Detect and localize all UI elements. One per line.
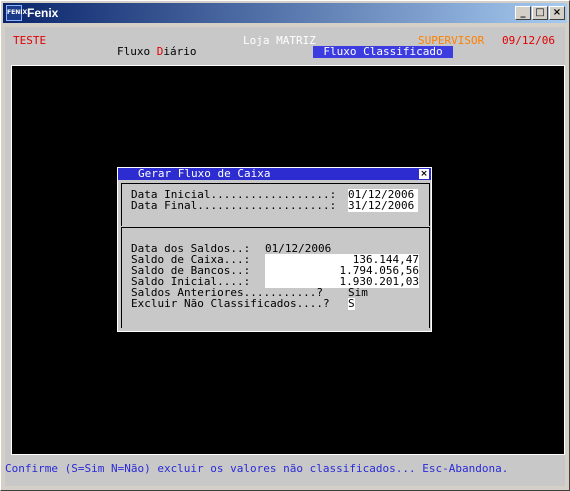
- app-window: FENIX Fenix _ □ × TESTE Loja MATRIZ SUPE…: [0, 0, 570, 491]
- data-final-label: Data Final....................:: [131, 199, 337, 212]
- status-line: Confirme (S=Sim N=Não) excluir os valore…: [5, 462, 509, 475]
- menu-fluxo-diario-suffix: iário: [163, 45, 197, 58]
- app-icon[interactable]: FENIX: [6, 5, 27, 21]
- company-name: TESTE: [13, 34, 47, 47]
- menu-fluxo-classificado[interactable]: Fluxo Classificado: [313, 46, 453, 58]
- terminal-client: TESTE Loja MATRIZ SUPERVISOR 09/12/06 Fl…: [5, 27, 565, 486]
- dialog-title: Gerar Fluxo de Caixa: [138, 167, 271, 180]
- store-name: Loja MATRIZ: [243, 34, 316, 47]
- excluir-label: Excluir Não Classificados....?: [131, 297, 330, 310]
- menu-fluxo-diario[interactable]: Fluxo Diário: [117, 46, 197, 58]
- data-final-input[interactable]: 31/12/2006: [348, 200, 418, 212]
- maximize-button[interactable]: □: [532, 6, 548, 20]
- gerar-fluxo-dialog: Gerar Fluxo de Caixa × Data Inicial.....…: [117, 167, 432, 332]
- dialog-title-bar: Gerar Fluxo de Caixa ×: [118, 168, 431, 180]
- title-bar[interactable]: FENIX Fenix _ □ ×: [3, 3, 567, 23]
- menu-fluxo-diario-prefix: Fluxo: [117, 45, 157, 58]
- minimize-button[interactable]: _: [515, 6, 531, 20]
- excluir-input[interactable]: S: [348, 298, 355, 310]
- window-title: Fenix: [27, 6, 59, 20]
- close-button[interactable]: ×: [549, 6, 565, 20]
- dialog-close-button[interactable]: ×: [419, 169, 429, 179]
- current-date: 09/12/06: [502, 34, 555, 47]
